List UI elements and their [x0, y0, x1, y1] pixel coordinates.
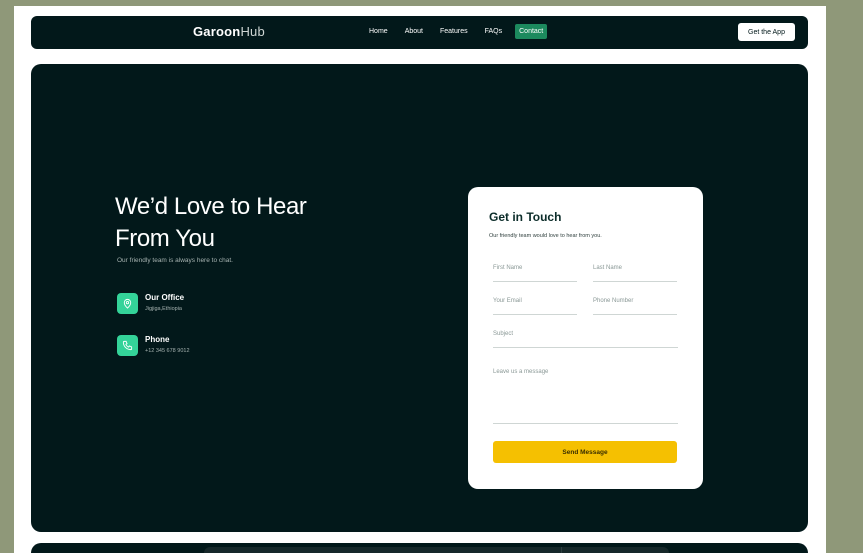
navbar: Garoon Hub Home About Features FAQs Conta… [31, 16, 808, 49]
phone-title: Phone [145, 335, 170, 344]
location-pin-icon [117, 293, 138, 314]
form-subtitle: Our friendly team would love to hear fro… [489, 233, 602, 239]
footer-divider [561, 547, 562, 553]
nav-link-home[interactable]: Home [365, 24, 392, 39]
phone-info: Phone +12 345 678 9012 [117, 335, 190, 356]
logo-bold: Garoon [193, 24, 241, 39]
form-title: Get in Touch [489, 210, 562, 224]
hero-section: We’d Love to Hear From You Our friendly … [31, 64, 808, 532]
phone-value: +12 345 678 9012 [145, 348, 190, 354]
office-value: Jigjiga,Ethiopia [145, 306, 182, 312]
office-title: Our Office [145, 293, 185, 302]
message-field[interactable]: Leave us a message [493, 369, 678, 424]
last-name-field[interactable]: Last Name [593, 265, 677, 282]
office-info: Our Office Jigjiga,Ethiopia [117, 293, 184, 314]
nav-link-features[interactable]: Features [436, 24, 472, 39]
page: Garoon Hub Home About Features FAQs Conta… [14, 6, 826, 553]
nav-link-faqs[interactable]: FAQs [481, 24, 507, 39]
email-placeholder: Your Email [493, 298, 522, 304]
nav-links: Home About Features FAQs Contact [365, 24, 556, 39]
first-name-field[interactable]: First Name [493, 265, 577, 282]
logo[interactable]: Garoon Hub [193, 24, 265, 39]
subject-field[interactable]: Subject [493, 331, 678, 348]
hero-headline: We’d Love to Hear From You [115, 193, 307, 252]
phone-number-field[interactable]: Phone Number [593, 298, 677, 315]
logo-light: Hub [240, 24, 265, 39]
footer-bar [204, 547, 669, 553]
nav-link-contact[interactable]: Contact [515, 24, 548, 39]
email-field[interactable]: Your Email [493, 298, 577, 315]
contact-form-card: Get in Touch Our friendly team would lov… [468, 187, 703, 489]
get-the-app-button[interactable]: Get the App [738, 23, 795, 41]
subject-placeholder: Subject [493, 331, 514, 337]
send-message-button[interactable]: Send Message [493, 441, 677, 463]
last-name-placeholder: Last Name [593, 265, 623, 271]
nav-link-about[interactable]: About [401, 24, 427, 39]
message-placeholder: Leave us a message [493, 369, 549, 375]
hero-subline: Our friendly team is always here to chat… [117, 257, 233, 264]
first-name-placeholder: First Name [493, 265, 523, 271]
phone-icon [117, 335, 138, 356]
phone-number-placeholder: Phone Number [593, 298, 634, 304]
footer-strip [31, 543, 808, 553]
